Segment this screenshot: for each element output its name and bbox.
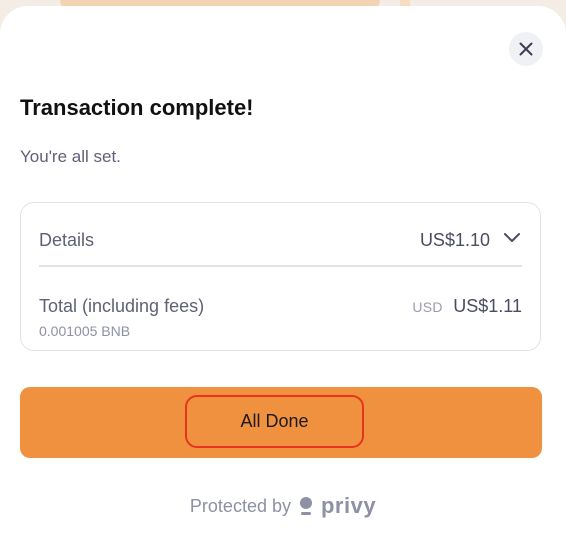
privy-logo-icon bbox=[299, 497, 312, 515]
all-done-label: All Done bbox=[185, 395, 364, 448]
chevron-down-icon bbox=[504, 233, 520, 242]
details-amount: US$1.10 bbox=[419, 230, 490, 250]
details-label: Details bbox=[39, 230, 95, 250]
close-button[interactable] bbox=[509, 32, 543, 66]
protected-by-text: Protected by bbox=[189, 496, 291, 516]
total-amount: US$1.11 bbox=[453, 296, 522, 316]
privy-brand[interactable]: privy bbox=[321, 494, 376, 518]
close-icon bbox=[519, 42, 533, 56]
total-value: USD US$1.11 bbox=[412, 295, 522, 319]
details-toggle[interactable]: Details US$1.10 bbox=[21, 203, 540, 267]
modal-subtitle: You're all set. bbox=[20, 147, 121, 166]
total-crypto-amount: 0.001005 BNB bbox=[39, 323, 131, 339]
all-done-button[interactable]: All Done bbox=[20, 387, 542, 458]
details-card: Details US$1.10 Total (including fees) 0… bbox=[20, 202, 541, 351]
total-label: Total (including fees) bbox=[39, 296, 205, 316]
transaction-modal: Transaction complete! You're all set. De… bbox=[0, 6, 566, 541]
protected-by-footer: Protected by privy bbox=[0, 494, 566, 518]
details-divider bbox=[39, 265, 522, 267]
modal-title: Transaction complete! bbox=[20, 95, 254, 120]
currency-code: USD bbox=[412, 299, 443, 315]
